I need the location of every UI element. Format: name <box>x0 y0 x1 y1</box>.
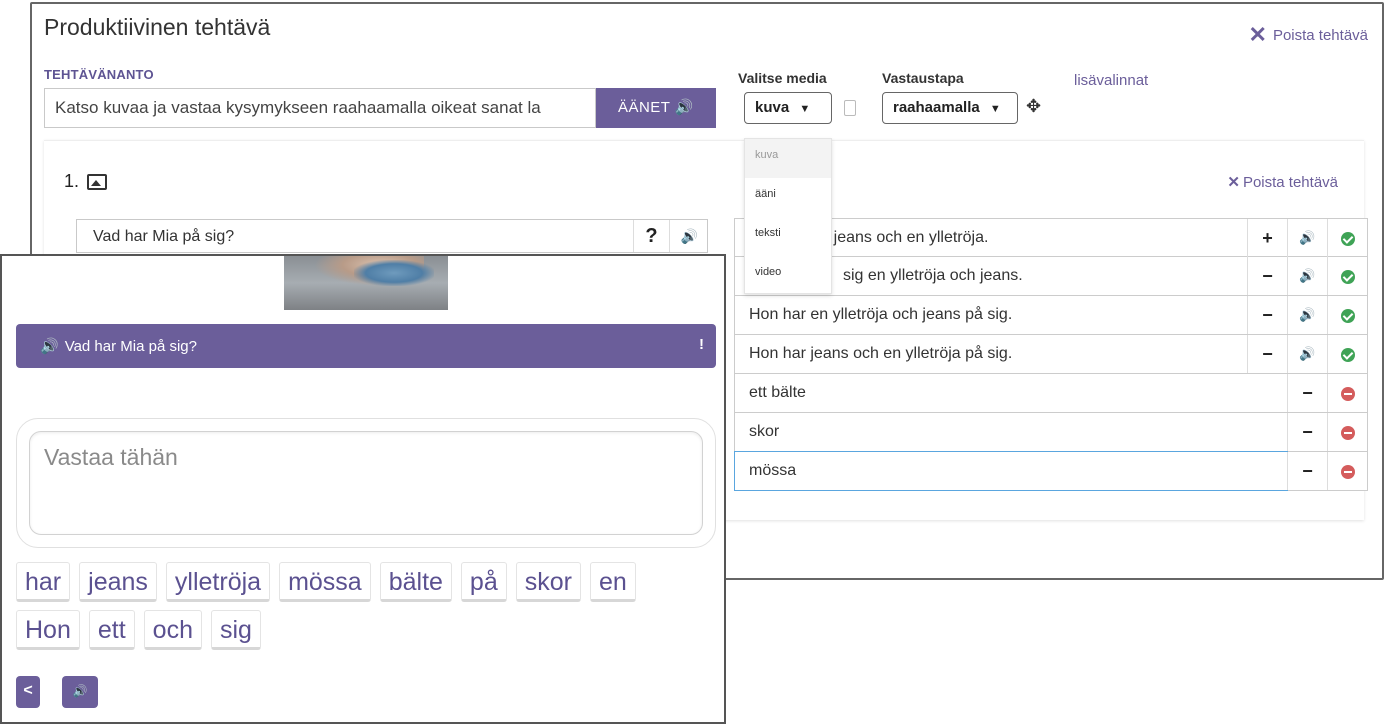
remove-button[interactable]: − <box>1247 335 1287 373</box>
speaker-button[interactable]: 🔊 <box>62 676 98 708</box>
chevron-down-icon: ▼ <box>799 103 811 115</box>
word-chip-row: har jeans ylletröja mössa bälte på skor en <box>16 562 716 602</box>
remove-button[interactable]: − <box>1287 413 1327 451</box>
answer-text[interactable]: Hon har en ylletröja och jeans på sig. <box>749 306 1012 324</box>
word-chip[interactable]: och <box>143 610 202 650</box>
exclamation-icon[interactable]: ! <box>699 336 704 353</box>
word-chip[interactable]: skor <box>515 562 581 602</box>
focused-answer-field[interactable] <box>734 451 1288 491</box>
speaker-button[interactable]: 🔊 <box>1287 257 1327 295</box>
answer-method-label: Vastaustapa <box>882 70 964 86</box>
image-detail <box>354 260 434 286</box>
close-icon: ✕ <box>1248 22 1267 47</box>
voices-button-label: ÄÄNET <box>617 99 671 116</box>
puzzle-icon[interactable]: ✥ <box>1026 96 1041 117</box>
question-number: 1. <box>64 171 80 191</box>
answer-text[interactable]: skor <box>749 423 779 441</box>
correct-icon[interactable] <box>1327 296 1367 334</box>
editor-title: Produktiivinen tehtävä <box>44 14 271 40</box>
word-chip[interactable]: bälte <box>379 562 452 602</box>
remove-button[interactable]: − <box>1247 257 1287 295</box>
instructions-label: TEHTÄVÄNANTO <box>44 67 154 82</box>
remove-task-label: Poista tehtävä <box>1272 26 1368 44</box>
correct-icon[interactable] <box>1327 335 1367 373</box>
answer-text[interactable]: mössa <box>749 462 796 480</box>
question-speaker-button[interactable]: 🔊 <box>669 220 709 252</box>
speaker-button[interactable]: 🔊 <box>1287 335 1327 373</box>
media-select[interactable]: kuva ▼ <box>744 92 832 124</box>
correct-icon[interactable] <box>1327 257 1367 295</box>
media-option-kuva[interactable]: kuva <box>745 139 831 178</box>
speaker-icon: 🔊 <box>674 99 695 116</box>
wrong-icon[interactable] <box>1327 374 1367 412</box>
question-text: Vad har Mia på sig? <box>93 228 235 245</box>
image-icon[interactable] <box>87 173 108 190</box>
answer-row[interactable]: ett bälte − <box>734 374 1368 413</box>
question-bar-text: Vad har Mia på sig? <box>64 338 197 355</box>
speaker-button[interactable]: 🔊 <box>1287 219 1327 257</box>
word-chip-row: Hon ett och sig <box>16 610 716 650</box>
voices-button[interactable]: ÄÄNET 🔊 <box>596 88 716 128</box>
remove-button[interactable]: − <box>1287 452 1327 490</box>
remove-question-button[interactable]: ✕ Poista tehtävä <box>1227 173 1338 191</box>
word-chip[interactable]: har <box>16 562 71 602</box>
media-select-value: kuva <box>755 99 790 116</box>
answer-method-value: raahaamalla <box>893 99 980 116</box>
question-number-wrap: 1. <box>64 171 108 192</box>
wrong-icon[interactable] <box>1327 452 1367 490</box>
answer-row[interactable]: Hon har jeans och en ylletröja på sig. −… <box>734 335 1368 374</box>
more-options-link[interactable]: lisävalinnat <box>1074 72 1148 89</box>
answer-row[interactable]: skor − <box>734 413 1368 452</box>
speaker-icon[interactable]: 🔊 <box>40 338 59 355</box>
word-chip[interactable]: på <box>460 562 507 602</box>
task-image <box>284 256 448 310</box>
word-chip[interactable]: jeans <box>79 562 157 602</box>
add-button[interactable]: + <box>1247 219 1287 257</box>
answer-row[interactable]: Hon har en ylletröja och jeans på sig. −… <box>734 296 1368 335</box>
answer-textarea[interactable]: Vastaa tähän <box>29 431 703 535</box>
back-button[interactable]: < <box>16 676 40 708</box>
word-chip[interactable]: mössa <box>279 562 371 602</box>
help-button[interactable]: ? <box>633 220 669 252</box>
student-preview-window: 🔊 Vad har Mia på sig? ! Vastaa tähän har j… <box>0 254 726 724</box>
answer-area: Vastaa tähän <box>16 418 716 548</box>
wrong-icon[interactable] <box>1327 413 1367 451</box>
media-option-video[interactable]: video <box>745 256 831 295</box>
question-bar[interactable]: 🔊 Vad har Mia på sig? ! <box>16 324 716 368</box>
close-icon: ✕ <box>1227 174 1240 191</box>
question-input[interactable]: Vad har Mia på sig? ? 🔊 <box>76 219 708 253</box>
word-chip[interactable]: en <box>589 562 636 602</box>
answer-text[interactable]: Hon har jeans och en ylletröja på sig. <box>749 345 1012 363</box>
word-chip[interactable]: Hon <box>16 610 80 650</box>
remove-button[interactable]: − <box>1247 296 1287 334</box>
correct-icon[interactable] <box>1327 219 1367 257</box>
word-chips: har jeans ylletröja mössa bälte på skor en Hon e… <box>16 562 716 658</box>
document-icon[interactable] <box>844 100 856 116</box>
question-bar-text-wrap: 🔊 Vad har Mia på sig? <box>40 337 197 355</box>
instructions-input[interactable]: Katso kuvaa ja vastaa kysymykseen raahaa… <box>44 88 596 128</box>
media-dropdown-menu: kuva ääni teksti video <box>744 138 832 294</box>
media-option-aani[interactable]: ääni <box>745 178 831 217</box>
answer-text[interactable]: sig en ylletröja och jeans. <box>843 267 1023 285</box>
media-label: Valitse media <box>738 70 827 86</box>
remove-question-label: Poista tehtävä <box>1242 174 1338 191</box>
word-chip[interactable]: ylletröja <box>165 562 271 602</box>
word-chip[interactable]: ett <box>88 610 135 650</box>
speaker-button[interactable]: 🔊 <box>1287 296 1327 334</box>
chevron-down-icon: ▼ <box>989 103 1001 115</box>
answer-placeholder: Vastaa tähän <box>44 444 178 470</box>
word-chip[interactable]: sig <box>210 610 261 650</box>
remove-button[interactable]: − <box>1287 374 1327 412</box>
answer-method-select[interactable]: raahaamalla ▼ <box>882 92 1018 124</box>
answer-text[interactable]: ett bälte <box>749 384 806 402</box>
remove-task-button[interactable]: ✕ Poista tehtävä <box>1249 22 1369 48</box>
answer-row[interactable]: mössa − <box>734 451 1368 491</box>
media-option-teksti[interactable]: teksti <box>745 217 831 256</box>
